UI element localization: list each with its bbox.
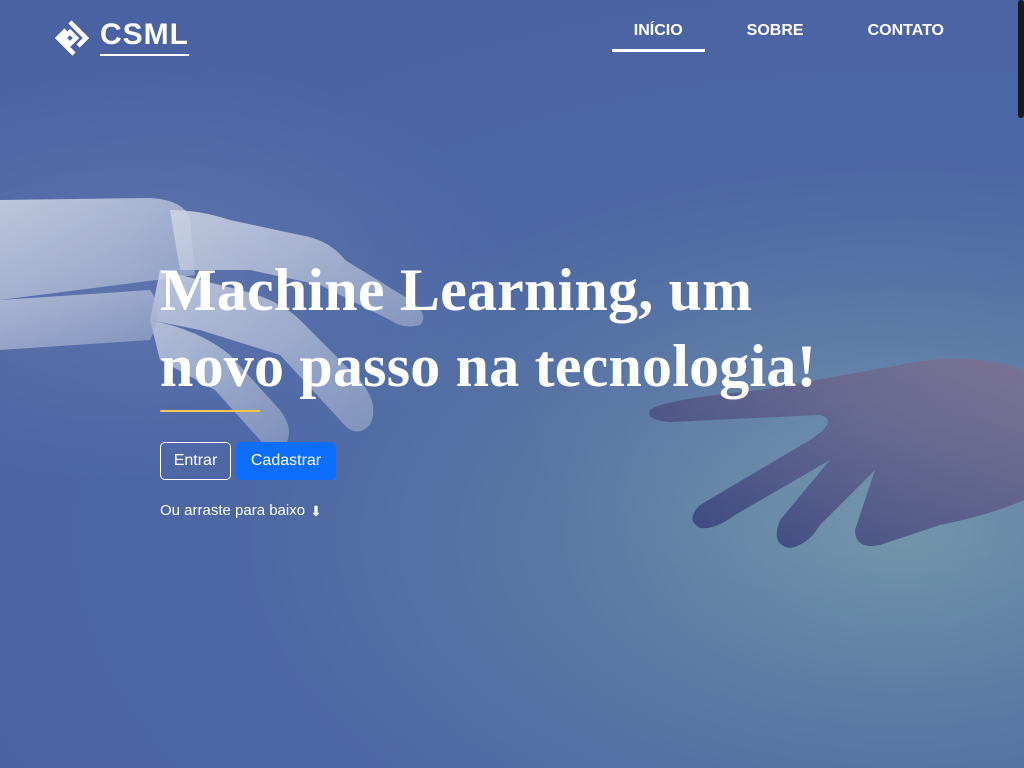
hero-headline-line-2: novo passo na tecnologia! [160, 333, 817, 399]
page-scrollbar[interactable] [1018, 0, 1024, 768]
navbar: CSML INÍCIO SOBRE CONTATO [0, 0, 1024, 80]
brand-name: CSML [100, 20, 189, 56]
headline-accent-divider [160, 410, 260, 412]
signup-button[interactable]: Cadastrar [236, 442, 336, 480]
scrollbar-thumb[interactable] [1018, 0, 1024, 118]
nav-item-sobre[interactable]: SOBRE [725, 0, 826, 52]
hero-headline: Machine Learning, um novo passo na tecno… [160, 252, 900, 404]
nav-item-inicio[interactable]: INÍCIO [611, 0, 705, 52]
scroll-hint[interactable]: Ou arraste para baixo ⬇ [160, 502, 900, 519]
diamond-chain-logo-icon [54, 20, 90, 56]
hero-section: CSML INÍCIO SOBRE CONTATO Machine Learni… [0, 0, 1024, 768]
hero-headline-line-1: Machine Learning, um [160, 257, 753, 323]
hero-actions: Entrar Cadastrar [160, 442, 900, 480]
brand-logo-link[interactable]: CSML [50, 18, 189, 58]
nav-item-contato[interactable]: CONTATO [846, 0, 966, 52]
scroll-hint-text: Ou arraste para baixo [160, 502, 306, 519]
down-arrow-icon: ⬇ [310, 502, 322, 519]
login-button[interactable]: Entrar [160, 442, 231, 480]
nav-menu: INÍCIO SOBRE CONTATO [592, 0, 966, 60]
hero-content: Machine Learning, um novo passo na tecno… [160, 252, 900, 519]
